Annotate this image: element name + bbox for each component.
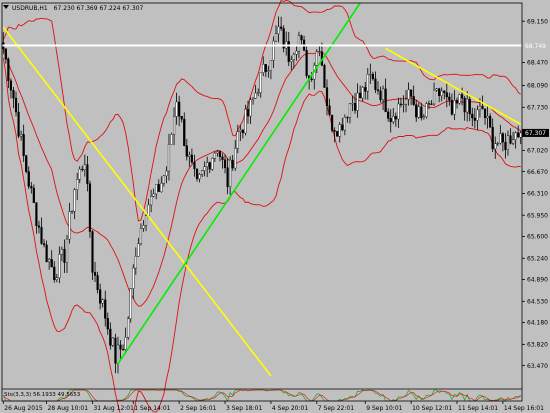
candle — [211, 157, 214, 171]
y-tick-label: 65.600 — [527, 234, 548, 241]
y-tick-label: 66.670 — [527, 169, 548, 176]
candle — [127, 316, 130, 340]
candle — [336, 131, 339, 137]
x-tick-label: 28 Aug 10:01 — [48, 405, 89, 412]
candle — [111, 337, 114, 347]
oscillator-label: Sto(3,3,3) 56.1933 49.5653 — [4, 392, 81, 398]
svg-text:USDRUB,H1 67.230 67.369: USDRUB,H1 67.230 67.369 67.224 67.307 — [12, 5, 144, 12]
y-tick-label: 65.950 — [527, 212, 548, 219]
chart-header: USDRUB,H1 67.230 67.369 67.224 67.307 — [3, 5, 144, 12]
candle — [244, 104, 247, 136]
y-tick-label: 63.820 — [527, 342, 548, 349]
candle — [458, 93, 461, 105]
x-tick-label: 3 Sep 18:01 — [226, 405, 262, 412]
candle — [170, 132, 173, 145]
price-level-label: 68.749 — [525, 43, 546, 50]
x-tick-label: 26 Aug 2015 — [4, 405, 43, 412]
y-tick-label: 67.020 — [527, 148, 548, 155]
y-tick-label: 66.310 — [527, 191, 548, 198]
candle — [25, 154, 28, 174]
y-tick-label: 68.090 — [527, 83, 548, 90]
candle — [88, 180, 92, 238]
x-tick-label: 9 Sep 10:01 — [366, 405, 402, 412]
current-price-label: 67.307 — [522, 128, 549, 137]
candle — [282, 25, 285, 53]
y-tick-label: 67.730 — [527, 104, 548, 111]
svg-text:67.307: 67.307 — [525, 130, 546, 137]
y-tick-label: 69.150 — [527, 18, 548, 25]
candle — [425, 101, 428, 119]
y-tick-label: 64.180 — [527, 320, 548, 327]
symbol-label: USDRUB,H1 — [12, 5, 48, 12]
x-tick-label: 31 Aug 12:01 — [93, 405, 134, 412]
x-tick-label: 7 Sep 22:01 — [318, 405, 354, 412]
candle — [330, 114, 334, 133]
y-tick-label: 64.530 — [527, 298, 548, 305]
y-tick-label: 68.470 — [527, 60, 548, 67]
chart-background — [0, 0, 550, 413]
x-tick-label: 2 Sep 16:01 — [180, 405, 216, 412]
candle — [323, 63, 326, 88]
x-tick-label: 1 Sep 14:01 — [134, 405, 170, 412]
x-tick-label: 14 Sep 16:01 — [504, 405, 544, 412]
y-tick-label: 65.240 — [527, 255, 548, 262]
y-tick-label: 63.470 — [527, 363, 548, 370]
candle — [129, 287, 132, 323]
ohlc-label: 67.230 67.369 67.224 67.307 — [54, 5, 144, 12]
x-tick-label: 11 Sep 14:01 — [458, 405, 498, 412]
usdrub-h1-chart[interactable]: 68.749 69.150 68.470 68.090 67.730 67.020 66.… — [0, 0, 550, 413]
x-tick-label: 10 Sep 12:01 — [412, 405, 452, 412]
y-tick-label: 64.890 — [527, 277, 548, 284]
x-tick-label: 4 Sep 20:01 — [272, 405, 308, 412]
